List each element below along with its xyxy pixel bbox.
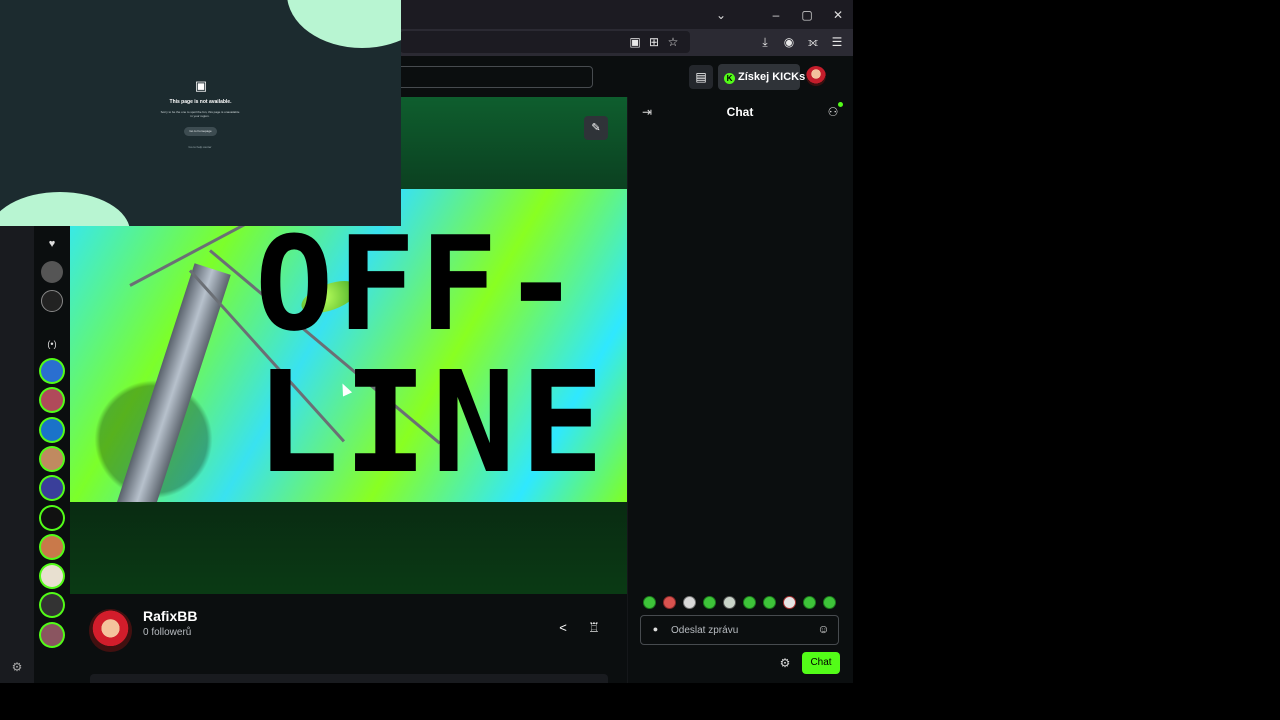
- user-avatar[interactable]: [806, 66, 826, 86]
- menu-icon[interactable]: ☰: [829, 34, 845, 50]
- layout-toggle-button[interactable]: ▤: [689, 65, 713, 89]
- chat-settings-icon[interactable]: ⚙: [778, 656, 792, 670]
- sidebar-channel-avatar[interactable]: [41, 419, 63, 441]
- reader-view-icon[interactable]: ▣: [627, 34, 643, 50]
- emote-icon[interactable]: [703, 596, 716, 609]
- tab-list-dropdown-icon[interactable]: ⌄: [712, 6, 730, 24]
- unavailable-title: This page is not available.: [169, 99, 232, 105]
- close-button[interactable]: ✕: [829, 6, 847, 24]
- account-icon[interactable]: ◉: [781, 34, 797, 50]
- share-icon[interactable]: <: [555, 620, 571, 636]
- emote-icon[interactable]: [823, 596, 836, 609]
- gift-sub-icon[interactable]: ♖: [586, 620, 602, 636]
- unavailable-icon: ▣: [194, 78, 208, 93]
- collapse-chat-icon[interactable]: ⇥: [639, 105, 655, 121]
- sidebar-channel-avatar[interactable]: [41, 507, 63, 529]
- minimize-button[interactable]: –: [767, 6, 785, 24]
- offline-banner: OFF- LINE: [70, 189, 627, 502]
- chat-users-icon[interactable]: ⚇: [825, 105, 841, 121]
- channel-avatar[interactable]: [89, 609, 132, 652]
- kicks-coin-icon: K: [724, 73, 735, 84]
- maximize-button[interactable]: ▢: [798, 6, 816, 24]
- emote-icon[interactable]: [743, 596, 756, 609]
- send-chat-button[interactable]: Chat: [802, 652, 840, 674]
- offline-text-line2: LINE: [255, 342, 609, 502]
- content-tabs-bar: [90, 674, 608, 683]
- sidebar-channel-avatar[interactable]: [41, 594, 63, 616]
- chat-title: Chat: [726, 105, 754, 119]
- get-kicks-button[interactable]: K Získej KICKs: [718, 64, 805, 90]
- search-input[interactable]: [395, 66, 593, 88]
- sidebar-channel-avatar[interactable]: [41, 360, 63, 382]
- emote-icon[interactable]: [643, 596, 656, 609]
- emote-icon[interactable]: [683, 596, 696, 609]
- emoji-picker-icon[interactable]: ☺: [817, 623, 830, 636]
- screenshot-icon[interactable]: ⊞: [646, 34, 662, 50]
- emote-icon[interactable]: [803, 596, 816, 609]
- live-icon: (•): [47, 339, 57, 349]
- sidebar-channel-avatar[interactable]: [41, 565, 63, 587]
- sidebar-channel-avatar[interactable]: [41, 477, 63, 499]
- heart-icon[interactable]: ♥: [45, 238, 59, 250]
- offline-text-line1: OFF-: [255, 208, 585, 360]
- help-center-link[interactable]: Go to help center: [180, 145, 220, 149]
- chat-panel: [627, 97, 853, 683]
- extensions-icon[interactable]: ⟗: [805, 34, 821, 50]
- chat-message-input[interactable]: [640, 615, 839, 645]
- chat-input-placeholder: Odeslat zprávu: [671, 625, 739, 636]
- edit-banner-button[interactable]: ✎: [584, 116, 608, 140]
- decorative-blob: [287, 0, 401, 48]
- chat-identity-icon[interactable]: ●: [650, 624, 661, 635]
- go-to-homepage-button[interactable]: Go to homepage: [184, 127, 217, 136]
- channel-name[interactable]: RafixBB: [143, 608, 197, 624]
- emote-icon[interactable]: [663, 596, 676, 609]
- sidebar-channel-avatar[interactable]: [41, 290, 63, 312]
- sidebar-channel-avatar[interactable]: [41, 389, 63, 411]
- settings-icon[interactable]: ⚙: [9, 660, 25, 676]
- follower-count: 0 followerů: [143, 627, 192, 638]
- sidebar-channel-avatar[interactable]: [41, 448, 63, 470]
- picture-in-picture-window[interactable]: ▣ This page is not available. Sorry to b…: [0, 0, 401, 226]
- emote-icon[interactable]: [783, 596, 796, 609]
- bookmark-star-icon[interactable]: ☆: [665, 34, 681, 50]
- emote-icon[interactable]: [763, 596, 776, 609]
- downloads-icon[interactable]: ⤓: [757, 34, 773, 50]
- users-notification-dot: [838, 102, 843, 107]
- sidebar-channel-avatar[interactable]: [41, 536, 63, 558]
- unavailable-description: Sorry to be the one to spoil the fun, th…: [160, 110, 240, 118]
- sidebar-strip: [0, 226, 34, 683]
- screen: ⌄ – ▢ ✕ ▣ ⊞ ☆ ⤓ ◉ ⟗ ☰ ▤ K Získej KICKs ♥ …: [0, 0, 1280, 720]
- sidebar-channel-avatar[interactable]: [41, 624, 63, 646]
- emote-icon[interactable]: [723, 596, 736, 609]
- decorative-blob: [0, 192, 130, 226]
- get-kicks-label: Získej KICKs: [738, 71, 806, 83]
- sidebar-channel-avatar[interactable]: [41, 261, 63, 283]
- street-lamp-pole: [105, 263, 231, 502]
